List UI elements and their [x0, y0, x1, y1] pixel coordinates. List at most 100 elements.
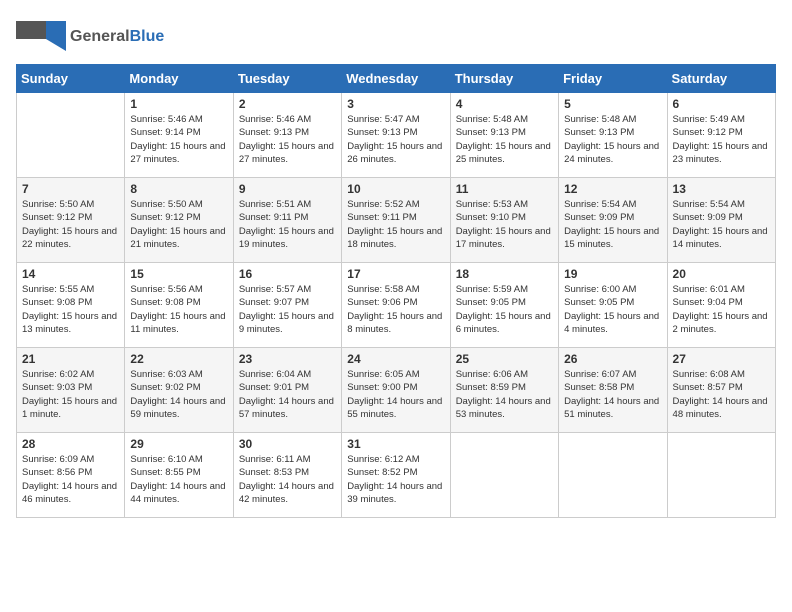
day-number: 6 — [673, 97, 770, 111]
day-cell — [17, 93, 125, 178]
day-number: 23 — [239, 352, 336, 366]
day-cell: 26 Sunrise: 6:07 AMSunset: 8:58 PMDayligh… — [559, 348, 667, 433]
day-number: 19 — [564, 267, 661, 281]
day-info: Sunrise: 6:08 AMSunset: 8:57 PMDaylight:… — [673, 368, 770, 421]
day-number: 24 — [347, 352, 444, 366]
week-row-2: 7 Sunrise: 5:50 AMSunset: 9:12 PMDaylight… — [17, 178, 776, 263]
day-info: Sunrise: 6:11 AMSunset: 8:53 PMDaylight:… — [239, 453, 336, 506]
day-cell: 18Sunrise: 5:59 AMSunset: 9:05 PMDayligh… — [450, 263, 558, 348]
header-cell-sunday: Sunday — [17, 65, 125, 93]
day-number: 8 — [130, 182, 227, 196]
day-number: 1 — [130, 97, 227, 111]
day-info: Sunrise: 6:01 AMSunset: 9:04 PMDaylight:… — [673, 283, 770, 336]
day-cell: 14 Sunrise: 5:55 AMSunset: 9:08 PMDayligh… — [17, 263, 125, 348]
day-info: Sunrise: 6:06 AMSunset: 8:59 PMDaylight:… — [456, 368, 553, 421]
header-cell-tuesday: Tuesday — [233, 65, 341, 93]
day-cell: 2 Sunrise: 5:46 AMSunset: 9:13 PMDaylight… — [233, 93, 341, 178]
day-info: Sunrise: 5:50 AMSunset: 9:12 PMDaylight:… — [130, 198, 227, 251]
day-info: Sunrise: 6:02 AMSunset: 9:03 PMDaylight:… — [22, 368, 119, 421]
day-number: 30 — [239, 437, 336, 451]
day-number: 25 — [456, 352, 553, 366]
day-number: 29 — [130, 437, 227, 451]
day-number: 22 — [130, 352, 227, 366]
day-info: Sunrise: 5:54 AMSunset: 9:09 PMDaylight:… — [564, 198, 661, 251]
day-cell: 13Sunrise: 5:54 AMSunset: 9:09 PMDayligh… — [667, 178, 775, 263]
day-cell — [559, 433, 667, 518]
week-row-4: 21 Sunrise: 6:02 AMSunset: 9:03 PMDayligh… — [17, 348, 776, 433]
day-info: Sunrise: 5:48 AMSunset: 9:13 PMDaylight:… — [564, 113, 661, 166]
day-number: 12 — [564, 182, 661, 196]
day-number: 11 — [456, 182, 553, 196]
day-number: 28 — [22, 437, 119, 451]
day-cell: 23 Sunrise: 6:04 AMSunset: 9:01 PMDayligh… — [233, 348, 341, 433]
day-info: Sunrise: 5:59 AMSunset: 9:05 PMDaylight:… — [456, 283, 553, 336]
week-row-5: 28 Sunrise: 6:09 AMSunset: 8:56 PMDayligh… — [17, 433, 776, 518]
day-cell: 4 Sunrise: 5:48 AMSunset: 9:13 PMDaylight… — [450, 93, 558, 178]
day-number: 21 — [22, 352, 119, 366]
day-number: 3 — [347, 97, 444, 111]
day-cell: 15 Sunrise: 5:56 AMSunset: 9:08 PMDayligh… — [125, 263, 233, 348]
week-row-3: 14 Sunrise: 5:55 AMSunset: 9:08 PMDayligh… — [17, 263, 776, 348]
day-info: Sunrise: 6:00 AMSunset: 9:05 PMDaylight:… — [564, 283, 661, 336]
day-number: 4 — [456, 97, 553, 111]
day-number: 15 — [130, 267, 227, 281]
day-cell: 19 Sunrise: 6:00 AMSunset: 9:05 PMDayligh… — [559, 263, 667, 348]
day-cell: 12 Sunrise: 5:54 AMSunset: 9:09 PMDayligh… — [559, 178, 667, 263]
day-info: Sunrise: 6:10 AMSunset: 8:55 PMDaylight:… — [130, 453, 227, 506]
header-cell-thursday: Thursday — [450, 65, 558, 93]
day-info: Sunrise: 5:49 AMSunset: 9:12 PMDaylight:… — [673, 113, 770, 166]
day-info: Sunrise: 6:09 AMSunset: 8:56 PMDaylight:… — [22, 453, 119, 506]
day-number: 14 — [22, 267, 119, 281]
header-cell-friday: Friday — [559, 65, 667, 93]
day-number: 20 — [673, 267, 770, 281]
day-cell — [667, 433, 775, 518]
day-cell: 16Sunrise: 5:57 AMSunset: 9:07 PMDayligh… — [233, 263, 341, 348]
day-info: Sunrise: 5:57 AMSunset: 9:07 PMDaylight:… — [239, 283, 336, 336]
day-info: Sunrise: 6:12 AMSunset: 8:52 PMDaylight:… — [347, 453, 444, 506]
header-cell-monday: Monday — [125, 65, 233, 93]
day-cell: 8 Sunrise: 5:50 AMSunset: 9:12 PMDaylight… — [125, 178, 233, 263]
day-cell: 27Sunrise: 6:08 AMSunset: 8:57 PMDayligh… — [667, 348, 775, 433]
day-number: 10 — [347, 182, 444, 196]
day-number: 9 — [239, 182, 336, 196]
day-cell: 7 Sunrise: 5:50 AMSunset: 9:12 PMDaylight… — [17, 178, 125, 263]
day-info: Sunrise: 5:48 AMSunset: 9:13 PMDaylight:… — [456, 113, 553, 166]
day-cell: 5 Sunrise: 5:48 AMSunset: 9:13 PMDaylight… — [559, 93, 667, 178]
day-info: Sunrise: 5:53 AMSunset: 9:10 PMDaylight:… — [456, 198, 553, 251]
day-cell: 10Sunrise: 5:52 AMSunset: 9:11 PMDayligh… — [342, 178, 450, 263]
day-info: Sunrise: 6:05 AMSunset: 9:00 PMDaylight:… — [347, 368, 444, 421]
calendar-body: 1 Sunrise: 5:46 AMSunset: 9:14 PMDaylight… — [17, 93, 776, 518]
day-cell: 25 Sunrise: 6:06 AMSunset: 8:59 PMDayligh… — [450, 348, 558, 433]
day-number: 7 — [22, 182, 119, 196]
day-cell: 28 Sunrise: 6:09 AMSunset: 8:56 PMDayligh… — [17, 433, 125, 518]
day-info: Sunrise: 5:56 AMSunset: 9:08 PMDaylight:… — [130, 283, 227, 336]
day-info: Sunrise: 5:47 AMSunset: 9:13 PMDaylight:… — [347, 113, 444, 166]
day-number: 2 — [239, 97, 336, 111]
header-row: SundayMondayTuesdayWednesdayThursdayFrid… — [17, 65, 776, 93]
header-cell-saturday: Saturday — [667, 65, 775, 93]
day-info: Sunrise: 5:46 AMSunset: 9:14 PMDaylight:… — [130, 113, 227, 166]
logo: GeneralBlue — [16, 16, 164, 56]
day-info: Sunrise: 5:55 AMSunset: 9:08 PMDaylight:… — [22, 283, 119, 336]
day-cell: 3 Sunrise: 5:47 AMSunset: 9:13 PMDaylight… — [342, 93, 450, 178]
day-cell: 1 Sunrise: 5:46 AMSunset: 9:14 PMDaylight… — [125, 93, 233, 178]
day-cell: 21 Sunrise: 6:02 AMSunset: 9:03 PMDayligh… — [17, 348, 125, 433]
day-cell — [450, 433, 558, 518]
day-cell: 30 Sunrise: 6:11 AMSunset: 8:53 PMDayligh… — [233, 433, 341, 518]
day-number: 26 — [564, 352, 661, 366]
day-info: Sunrise: 5:50 AMSunset: 9:12 PMDaylight:… — [22, 198, 119, 251]
day-number: 31 — [347, 437, 444, 451]
day-cell: 9 Sunrise: 5:51 AMSunset: 9:11 PMDaylight… — [233, 178, 341, 263]
day-info: Sunrise: 6:04 AMSunset: 9:01 PMDaylight:… — [239, 368, 336, 421]
day-info: Sunrise: 5:54 AMSunset: 9:09 PMDaylight:… — [673, 198, 770, 251]
header-cell-wednesday: Wednesday — [342, 65, 450, 93]
day-cell: 6 Sunrise: 5:49 AMSunset: 9:12 PMDaylight… — [667, 93, 775, 178]
day-info: Sunrise: 6:07 AMSunset: 8:58 PMDaylight:… — [564, 368, 661, 421]
day-info: Sunrise: 5:51 AMSunset: 9:11 PMDaylight:… — [239, 198, 336, 251]
day-info: Sunrise: 6:03 AMSunset: 9:02 PMDaylight:… — [130, 368, 227, 421]
week-row-1: 1 Sunrise: 5:46 AMSunset: 9:14 PMDaylight… — [17, 93, 776, 178]
day-info: Sunrise: 5:46 AMSunset: 9:13 PMDaylight:… — [239, 113, 336, 166]
calendar-table: SundayMondayTuesdayWednesdayThursdayFrid… — [16, 64, 776, 518]
day-number: 5 — [564, 97, 661, 111]
calendar-header: GeneralBlue — [16, 16, 776, 56]
